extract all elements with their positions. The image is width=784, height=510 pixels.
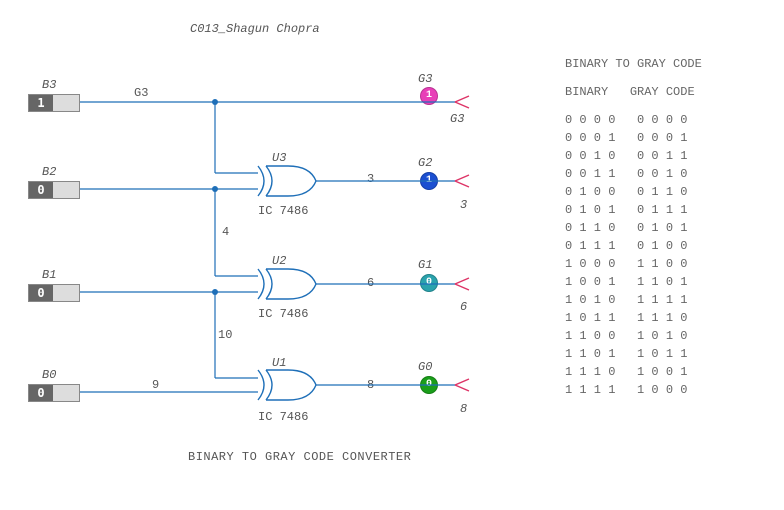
- footer-title: BINARY TO GRAY CODE CONVERTER: [188, 450, 411, 464]
- gate-label-u2: U2: [272, 254, 286, 268]
- gate-chip-u1: IC 7486: [258, 410, 308, 424]
- table-row: 1 1 0 0 1 0 1 0: [565, 327, 702, 345]
- output-label-6: 6: [460, 300, 467, 314]
- wire-label-3: 3: [367, 172, 374, 186]
- switch-b3-value: 1: [29, 95, 53, 111]
- table-row: 1 0 0 1 1 1 0 1: [565, 273, 702, 291]
- probe-g1: 0: [420, 274, 438, 292]
- wire-label-6: 6: [367, 276, 374, 290]
- table-row: 0 0 0 1 0 0 0 1: [565, 129, 702, 147]
- table-row: 1 1 0 1 1 0 1 1: [565, 345, 702, 363]
- output-label-g3: G3: [450, 112, 464, 126]
- probe-label-g2: G2: [418, 156, 432, 170]
- wire-label-10: 10: [218, 328, 232, 342]
- table-row: 1 0 1 1 1 1 1 0: [565, 309, 702, 327]
- wire-label-8: 8: [367, 378, 374, 392]
- switch-b2-value: 0: [29, 182, 53, 198]
- table-row: 0 1 0 1 0 1 1 1: [565, 201, 702, 219]
- switch-b0-value: 0: [29, 385, 53, 401]
- switch-b1[interactable]: 0: [28, 284, 80, 302]
- table-row: 0 0 1 1 0 0 1 0: [565, 165, 702, 183]
- probe-label-g1: G1: [418, 258, 432, 272]
- probe-g3: 1: [420, 87, 438, 105]
- output-label-3: 3: [460, 198, 467, 212]
- wire-label-9: 9: [152, 378, 159, 392]
- table-row: 0 1 1 1 0 1 0 0: [565, 237, 702, 255]
- truth-table: BINARY TO GRAY CODE BINARY GRAY CODE 0 0…: [565, 55, 702, 399]
- probe-g2: 1: [420, 172, 438, 190]
- gate-label-u1: U1: [272, 356, 286, 370]
- table-title: BINARY TO GRAY CODE: [565, 55, 702, 73]
- page-title: C013_Shagun Chopra: [190, 22, 320, 36]
- input-label-b1: B1: [42, 268, 56, 282]
- input-label-b3: B3: [42, 78, 56, 92]
- gate-chip-u3: IC 7486: [258, 204, 308, 218]
- table-row: 0 0 1 0 0 0 1 1: [565, 147, 702, 165]
- switch-b3[interactable]: 1: [28, 94, 80, 112]
- output-label-8: 8: [460, 402, 467, 416]
- probe-label-g0: G0: [418, 360, 432, 374]
- probe-g0: 0: [420, 376, 438, 394]
- table-row: 1 1 1 1 1 0 0 0: [565, 381, 702, 399]
- table-row: 0 1 0 0 0 1 1 0: [565, 183, 702, 201]
- table-row: 0 1 1 0 0 1 0 1: [565, 219, 702, 237]
- table-row: 1 1 1 0 1 0 0 1: [565, 363, 702, 381]
- table-row: 0 0 0 0 0 0 0 0: [565, 111, 702, 129]
- table-columns: BINARY GRAY CODE: [565, 83, 702, 101]
- input-label-b2: B2: [42, 165, 56, 179]
- switch-b0[interactable]: 0: [28, 384, 80, 402]
- probe-label-g3: G3: [418, 72, 432, 86]
- wire-label-4: 4: [222, 225, 229, 239]
- switch-b2[interactable]: 0: [28, 181, 80, 199]
- wire-label-g3: G3: [134, 86, 148, 100]
- circuit-diagram: [0, 0, 540, 440]
- gate-label-u3: U3: [272, 151, 286, 165]
- switch-b1-value: 0: [29, 285, 53, 301]
- table-row: 1 0 0 0 1 1 0 0: [565, 255, 702, 273]
- input-label-b0: B0: [42, 368, 56, 382]
- table-row: 1 0 1 0 1 1 1 1: [565, 291, 702, 309]
- gate-chip-u2: IC 7486: [258, 307, 308, 321]
